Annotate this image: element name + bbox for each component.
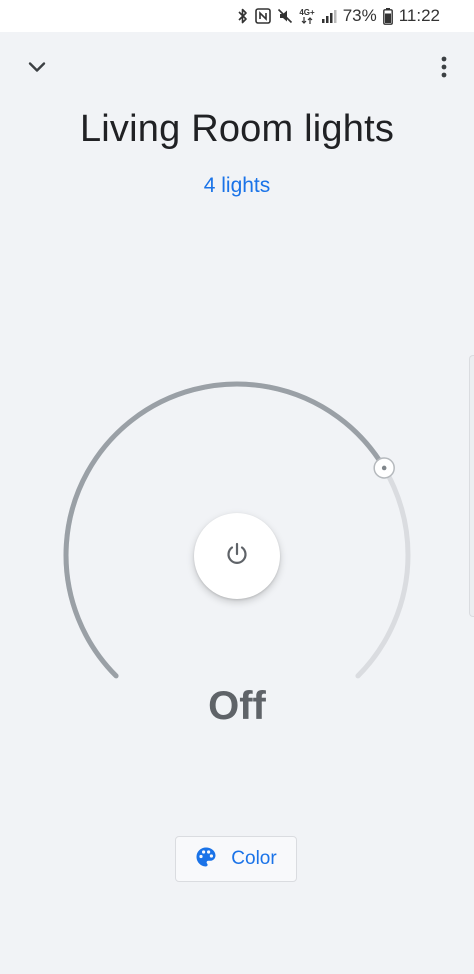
battery-percent: 73%	[342, 6, 377, 25]
nfc-icon	[255, 7, 272, 25]
back-button[interactable]	[24, 56, 50, 82]
network-label: 4G+	[299, 7, 315, 17]
power-icon	[224, 541, 250, 572]
status-bar: 4G+ 73% 11:22	[0, 0, 474, 32]
network-4g-icon: 4G+	[299, 7, 315, 25]
brightness-slider-knob[interactable]	[373, 457, 395, 479]
color-button[interactable]: Color	[175, 836, 297, 882]
lights-count-link[interactable]: 4 lights	[0, 174, 474, 198]
battery-icon	[382, 7, 393, 25]
color-button-label: Color	[231, 848, 277, 869]
power-button[interactable]	[194, 513, 280, 599]
chevron-down-icon	[28, 60, 46, 78]
page-title: Living Room lights	[79, 108, 395, 150]
status-time: 11:22	[398, 6, 440, 25]
more-vert-icon	[441, 56, 447, 83]
power-state-label: Off	[208, 684, 266, 728]
more-options-button[interactable]	[434, 54, 454, 84]
bluetooth-icon	[237, 7, 249, 25]
status-icons: 4G+ 73% 11:22	[237, 0, 440, 32]
mute-icon	[277, 7, 293, 25]
signal-icon	[321, 7, 337, 25]
edge-panel-handle[interactable]	[469, 355, 474, 617]
palette-icon	[195, 846, 217, 873]
